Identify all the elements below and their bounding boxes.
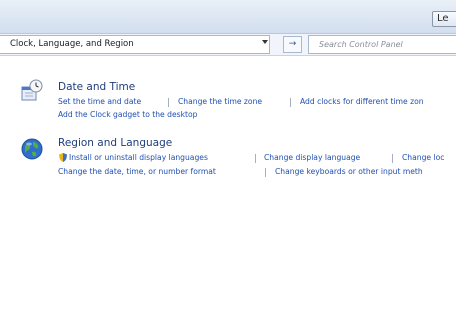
link-separator	[392, 154, 393, 163]
link-change-keyboards[interactable]: Change keyboards or other input meth	[275, 167, 423, 176]
link-change-display-language[interactable]: Change display language	[264, 153, 360, 162]
chevron-down-icon[interactable]	[262, 40, 268, 44]
link-install-display-languages[interactable]: Install or uninstall display languages	[69, 153, 208, 162]
link-add-clocks[interactable]: Add clocks for different time zon	[300, 97, 424, 106]
search-placeholder: Search Control Panel	[319, 40, 403, 49]
link-change-location[interactable]: Change loc	[402, 153, 444, 162]
link-set-time-date[interactable]: Set the time and date	[58, 97, 141, 106]
address-bar[interactable]: Clock, Language, and Region	[0, 35, 270, 54]
globe-icon[interactable]	[20, 137, 44, 161]
clock-calendar-icon[interactable]	[20, 79, 44, 103]
link-separator	[265, 168, 266, 177]
refresh-button[interactable]: →	[283, 36, 302, 53]
shield-icon	[59, 153, 67, 162]
link-separator	[290, 98, 291, 107]
link-separator	[255, 154, 256, 163]
category-title-region-language[interactable]: Region and Language	[58, 137, 172, 149]
link-change-time-zone[interactable]: Change the time zone	[178, 97, 262, 106]
window-titlebar: Le	[0, 0, 456, 34]
control-panel-content: Date and Time Set the time and date Chan…	[0, 57, 456, 336]
search-input[interactable]: Search Control Panel	[308, 35, 456, 54]
address-text: Clock, Language, and Region	[10, 39, 134, 49]
link-change-date-format[interactable]: Change the date, time, or number format	[58, 167, 216, 176]
link-separator	[168, 98, 169, 107]
titlebar-button[interactable]: Le	[432, 11, 456, 27]
category-title-date-time[interactable]: Date and Time	[58, 81, 135, 93]
navigation-bar: Clock, Language, and Region → Search Con…	[0, 34, 456, 56]
link-add-clock-gadget[interactable]: Add the Clock gadget to the desktop	[58, 110, 197, 119]
